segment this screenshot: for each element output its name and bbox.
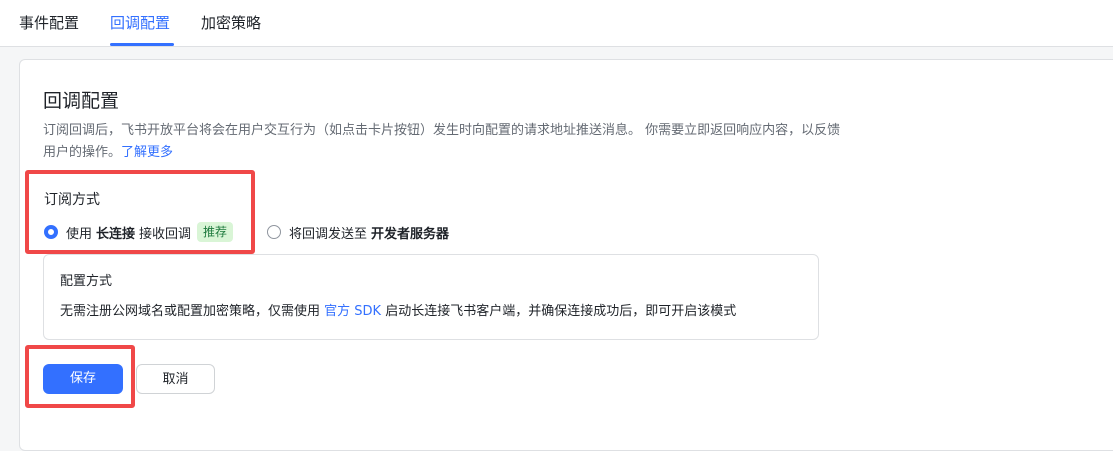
option-bold: 开发者服务器 bbox=[371, 226, 450, 242]
config-method-box bbox=[43, 254, 819, 340]
subscription-method-label: 订阅方式 bbox=[44, 192, 100, 208]
tab-callback-config[interactable]: 回调配置 bbox=[110, 12, 170, 34]
tab-bar: 事件配置 回调配置 加密策略 bbox=[0, 0, 1113, 47]
active-tab-indicator bbox=[110, 43, 174, 46]
option-prefix: 将回调发送至 bbox=[289, 226, 368, 242]
cancel-button[interactable]: 取消 bbox=[136, 364, 215, 394]
official-sdk-link[interactable]: 官方 SDK bbox=[324, 304, 381, 319]
page-title: 回调配置 bbox=[43, 90, 120, 112]
option-suffix: 接收回调 bbox=[139, 226, 192, 242]
radio-unchecked-icon[interactable] bbox=[267, 225, 281, 239]
option-bold: 长连接 bbox=[96, 226, 136, 242]
config-method-text: 无需注册公网域名或配置加密策略，仅需使用 官方 SDK 启动长连接飞书客户端，并… bbox=[60, 302, 736, 322]
learn-more-link[interactable]: 了解更多 bbox=[121, 145, 173, 160]
config-text-before: 无需注册公网域名或配置加密策略，仅需使用 bbox=[60, 304, 321, 319]
save-button[interactable]: 保存 bbox=[43, 364, 123, 394]
tab-encryption-policy[interactable]: 加密策略 bbox=[201, 12, 261, 34]
config-method-title: 配置方式 bbox=[60, 274, 113, 289]
radio-checked-icon[interactable] bbox=[44, 225, 58, 239]
recommended-badge: 推荐 bbox=[197, 222, 234, 242]
config-text-after: 启动长连接飞书客户端，并确保连接成功后，即可开启该模式 bbox=[385, 304, 737, 319]
section-description: 订阅回调后，飞书开放平台将会在用户交互行为（如点击卡片按钮）发生时向配置的请求地… bbox=[43, 120, 848, 164]
radio-long-connection[interactable]: 使用 长连接 接收回调 推荐 bbox=[44, 221, 234, 243]
radio-developer-server[interactable]: 将回调发送至 开发者服务器 bbox=[267, 221, 453, 243]
tab-event-config[interactable]: 事件配置 bbox=[19, 12, 79, 34]
option-prefix: 使用 bbox=[66, 226, 93, 242]
